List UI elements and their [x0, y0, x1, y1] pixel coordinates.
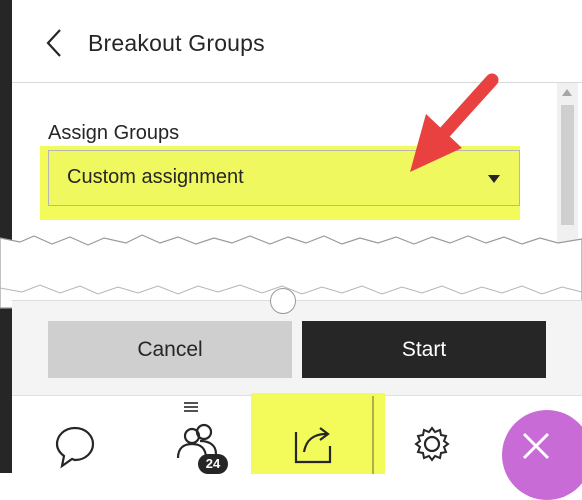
annotation-arrow-icon [410, 73, 499, 172]
chat-icon[interactable] [52, 396, 98, 474]
share-content-icon[interactable] [288, 396, 338, 474]
bottom-toolbar: 24 [12, 393, 582, 500]
scroll-thumb[interactable] [561, 105, 574, 225]
lower-panel: Cancel Start 24 [12, 288, 582, 500]
back-chevron-icon[interactable] [42, 26, 68, 60]
settings-gear-icon[interactable] [410, 396, 454, 474]
page-indicator-icon [270, 288, 296, 314]
footer-actions: Cancel Start [12, 300, 582, 396]
cancel-button[interactable]: Cancel [48, 321, 292, 378]
scrollbar[interactable] [557, 83, 578, 243]
start-button[interactable]: Start [302, 321, 546, 378]
toolbar-divider [372, 396, 374, 474]
close-icon [522, 432, 550, 460]
scroll-up-icon[interactable] [562, 89, 572, 96]
participant-count-badge: 24 [198, 454, 228, 474]
assign-groups-label: Assign Groups [48, 122, 180, 144]
page-title: Breakout Groups [88, 30, 265, 56]
assign-groups-value: Custom assignment [67, 166, 244, 188]
close-session-button[interactable] [502, 410, 582, 500]
